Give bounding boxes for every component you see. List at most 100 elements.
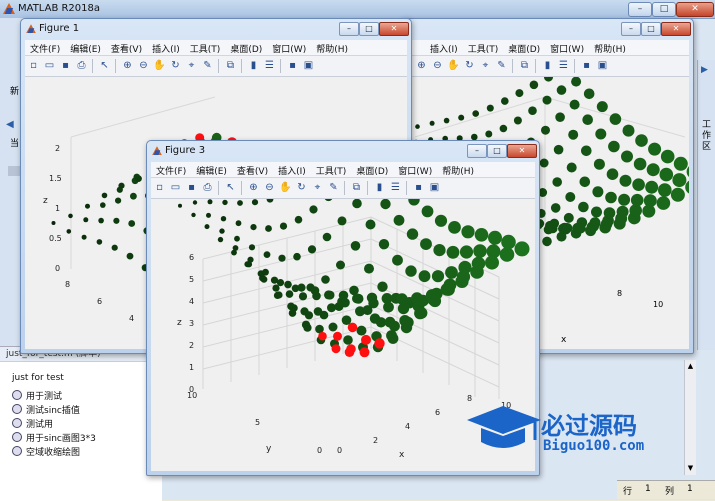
fig2-maximize-button[interactable]: □ [641, 22, 661, 36]
legend-icon[interactable]: ☰ [389, 181, 402, 194]
menu-insert[interactable]: 插入(I) [147, 40, 185, 55]
menu-desktop[interactable]: 桌面(D) [225, 40, 267, 55]
scatter-point [609, 113, 622, 125]
menu-edit[interactable]: 编辑(E) [65, 40, 106, 55]
fig2-close-button[interactable]: ✕ [661, 22, 691, 36]
zoom-in-icon[interactable]: ⊕ [121, 59, 134, 72]
menu-file[interactable]: 文件(F) [151, 162, 191, 177]
colorbar-icon[interactable]: ▮ [541, 59, 554, 72]
minimize-button[interactable]: – [628, 2, 652, 17]
colorbar-icon[interactable]: ▮ [373, 181, 386, 194]
scroll-up-icon[interactable]: ▲ [686, 362, 695, 371]
new-figure-icon[interactable]: ▫ [27, 59, 40, 72]
menu-help[interactable]: 帮助(H) [437, 162, 479, 177]
save-icon[interactable]: ▪ [59, 59, 72, 72]
data-cursor-icon[interactable]: ⌖ [311, 181, 324, 194]
menu-window[interactable]: 窗口(W) [267, 40, 311, 55]
menu-file[interactable]: 文件(F) [25, 40, 65, 55]
scatter-point [431, 270, 445, 283]
menu-window[interactable]: 窗口(W) [393, 162, 437, 177]
link-plot-icon[interactable]: ⧉ [518, 59, 531, 72]
zoom-in-icon[interactable]: ⊕ [415, 59, 428, 72]
workspace-tab[interactable]: 工作区 [702, 120, 712, 153]
menu-insert[interactable]: 插入(I) [273, 162, 311, 177]
save-icon[interactable]: ▪ [185, 181, 198, 194]
scatter-point [622, 124, 635, 137]
toolbar-separator [218, 181, 219, 195]
list-item[interactable]: 用于sinc画图3*3 [12, 431, 96, 444]
hide-tools-icon[interactable]: ▪ [412, 181, 425, 194]
menu-tools[interactable]: 工具(T) [463, 40, 504, 55]
scatter-point [582, 114, 593, 125]
menu-tools[interactable]: 工具(T) [311, 162, 352, 177]
fig3-z-tick: 1 [189, 363, 194, 372]
scatter-point [541, 125, 550, 135]
link-plot-icon[interactable]: ⧉ [224, 59, 237, 72]
hide-tools-icon[interactable]: ▪ [286, 59, 299, 72]
scatter-point [434, 214, 448, 227]
menu-window[interactable]: 窗口(W) [545, 40, 589, 55]
open-file-icon[interactable]: ▭ [169, 181, 182, 194]
maximize-button[interactable]: □ [652, 2, 676, 17]
rotate-3d-icon[interactable]: ↻ [295, 181, 308, 194]
zoom-out-icon[interactable]: ⊖ [137, 59, 150, 72]
menu-insert[interactable]: 插入(I) [425, 40, 463, 55]
list-item[interactable]: 空域收缩绘图 [12, 445, 80, 458]
pan-icon[interactable]: ✋ [153, 59, 166, 72]
show-tools-icon[interactable]: ▣ [302, 59, 315, 72]
menu-view[interactable]: 查看(V) [232, 162, 273, 177]
legend-icon[interactable]: ☰ [263, 59, 276, 72]
menu-edit[interactable]: 编辑(E) [191, 162, 232, 177]
fig1-maximize-button[interactable]: □ [359, 22, 379, 36]
brush-icon[interactable]: ✎ [201, 59, 214, 72]
zoom-out-icon[interactable]: ⊖ [431, 59, 444, 72]
link-plot-icon[interactable]: ⧉ [350, 181, 363, 194]
zoom-in-icon[interactable]: ⊕ [247, 181, 260, 194]
pan-icon[interactable]: ✋ [447, 59, 460, 72]
edit-plot-arrow-icon[interactable]: ↖ [224, 181, 237, 194]
collapse-arrow-icon[interactable]: ▶ [701, 65, 708, 75]
scatter-point [353, 293, 364, 304]
show-tools-icon[interactable]: ▣ [596, 59, 609, 72]
edit-plot-arrow-icon[interactable]: ↖ [98, 59, 111, 72]
fig3-close-button[interactable]: ✕ [507, 144, 537, 158]
colorbar-icon[interactable]: ▮ [247, 59, 260, 72]
fig1-close-button[interactable]: ✕ [379, 22, 409, 36]
show-tools-icon[interactable]: ▣ [428, 181, 441, 194]
menu-tools[interactable]: 工具(T) [185, 40, 226, 55]
scatter-point [219, 228, 225, 234]
data-cursor-icon[interactable]: ⌖ [479, 59, 492, 72]
menu-help[interactable]: 帮助(H) [311, 40, 353, 55]
fig3-minimize-button[interactable]: – [467, 144, 487, 158]
print-icon[interactable]: ⎙ [201, 181, 214, 194]
pan-icon[interactable]: ✋ [279, 181, 292, 194]
watermark-logo: 必过源码 Biguo100.com [463, 400, 673, 462]
print-icon[interactable]: ⎙ [75, 59, 88, 72]
list-item[interactable]: 测试sinc插值 [12, 403, 80, 416]
menu-view[interactable]: 查看(V) [106, 40, 147, 55]
fig2-minimize-button[interactable]: – [621, 22, 641, 36]
zoom-out-icon[interactable]: ⊖ [263, 181, 276, 194]
fig3-maximize-button[interactable]: □ [487, 144, 507, 158]
brush-icon[interactable]: ✎ [495, 59, 508, 72]
editor-scrollbar[interactable]: ▲ ▼ [684, 360, 696, 475]
back-arrow-icon[interactable]: ◀ [6, 119, 14, 130]
new-figure-icon[interactable]: ▫ [153, 181, 166, 194]
fig1-minimize-button[interactable]: – [339, 22, 359, 36]
scatter-point [562, 223, 573, 233]
legend-icon[interactable]: ☰ [557, 59, 570, 72]
brush-icon[interactable]: ✎ [327, 181, 340, 194]
menu-help[interactable]: 帮助(H) [589, 40, 631, 55]
list-item[interactable]: 用于测试 [12, 389, 62, 402]
menu-desktop[interactable]: 桌面(D) [351, 162, 393, 177]
rotate-3d-icon[interactable]: ↻ [463, 59, 476, 72]
close-button[interactable]: ✕ [676, 2, 714, 17]
rotate-3d-icon[interactable]: ↻ [169, 59, 182, 72]
hide-tools-icon[interactable]: ▪ [580, 59, 593, 72]
open-file-icon[interactable]: ▭ [43, 59, 56, 72]
scatter-point [68, 213, 73, 219]
scroll-down-icon[interactable]: ▼ [686, 464, 695, 473]
menu-desktop[interactable]: 桌面(D) [503, 40, 545, 55]
data-cursor-icon[interactable]: ⌖ [185, 59, 198, 72]
list-item[interactable]: 测试用 [12, 417, 53, 430]
